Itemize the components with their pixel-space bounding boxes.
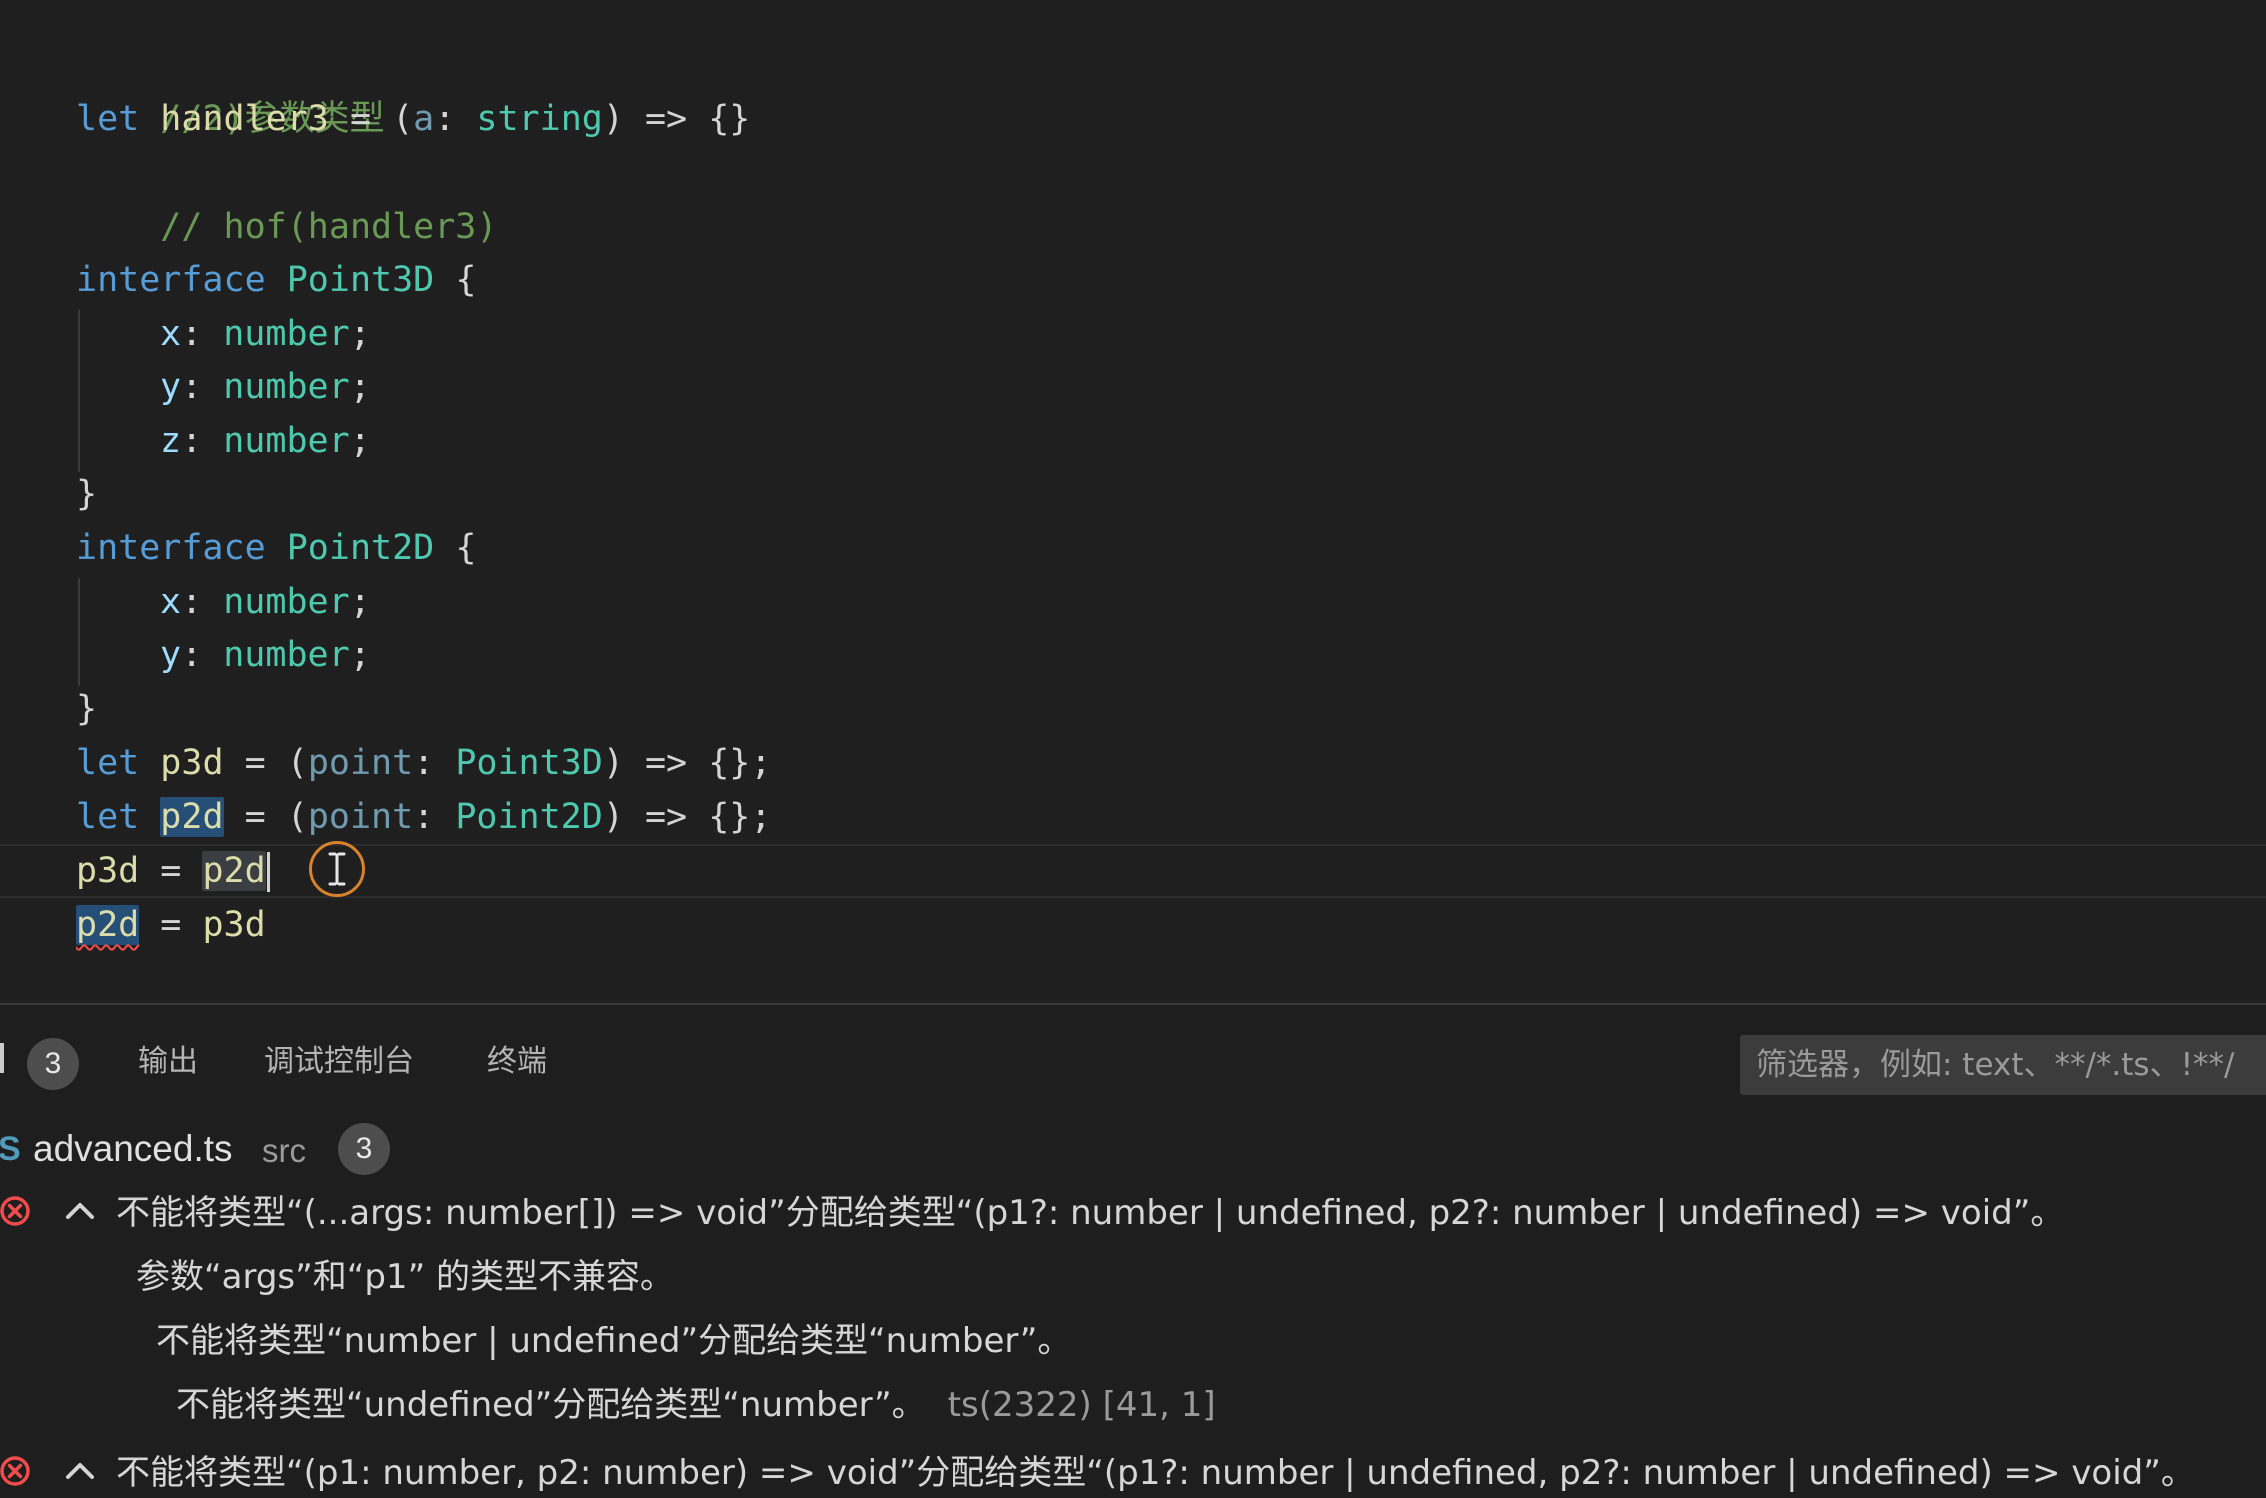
problem-code: ts(2322) [41, 1]	[947, 1385, 1216, 1425]
keyword: let	[76, 99, 140, 139]
punctuation: ) => {};	[602, 743, 772, 783]
identifier-highlighted: p2d	[160, 797, 224, 837]
problem-message: 不能将类型“undefined”分配给类型“number”。	[176, 1385, 926, 1425]
punctuation: = (	[328, 99, 414, 139]
problem-item[interactable]: 不能将类型“(...args: number[]) => void”分配给类型“…	[0, 1181, 2266, 1245]
chevron-up-icon[interactable]	[64, 1457, 96, 1485]
panel-tab-bar: 3 输出 调试控制台 终端 筛选器，例如: text、**/*.ts、!**/	[0, 1005, 2266, 1120]
identifier: handler3	[160, 99, 329, 139]
property: x	[160, 582, 182, 622]
code-line[interactable]: let handler3 = (a: string) => {}	[76, 92, 750, 146]
code-line[interactable]: x: number;	[160, 575, 371, 629]
punctuation: }	[76, 474, 98, 514]
tab-terminal[interactable]: 终端	[487, 1039, 547, 1085]
code-line[interactable]: y: number;	[160, 628, 371, 682]
punctuation: =	[139, 851, 203, 891]
identifier: p3d	[76, 851, 140, 891]
punctuation: }	[76, 689, 98, 729]
code-editor[interactable]: //2)参数类型 let handler3 = (a: string) => {…	[0, 0, 2266, 1003]
problems-file-group[interactable]: S advanced.ts src 3	[0, 1119, 2266, 1179]
problem-detail[interactable]: 参数“args”和“p1” 的类型不兼容。	[0, 1245, 2266, 1309]
code-line[interactable]: y: number;	[160, 360, 371, 414]
code-line[interactable]: let p3d = (point: Point3D) => {};	[76, 736, 771, 790]
punctuation: :	[434, 99, 477, 139]
problem-message: 不能将类型“number | undefined”分配给类型“number”。	[156, 1321, 1072, 1361]
type-name: Point2D	[286, 528, 435, 568]
tab-output[interactable]: 输出	[138, 1039, 198, 1085]
type-name: string	[476, 99, 603, 139]
keyword: interface	[76, 260, 266, 300]
code-line[interactable]: z: number;	[160, 414, 371, 468]
type-name: number	[223, 635, 350, 675]
problems-filter-input[interactable]: 筛选器，例如: text、**/*.ts、!**/	[1740, 1035, 2266, 1095]
problem-detail[interactable]: 不能将类型“undefined”分配给类型“number”。 ts(2322) […	[0, 1373, 2266, 1437]
problem-message-line: 不能将类型“undefined”分配给类型“number”。 ts(2322) […	[176, 1373, 1216, 1437]
keyword: interface	[76, 528, 266, 568]
comment: // hof(handler3)	[160, 207, 498, 247]
property: x	[160, 314, 182, 354]
code-line[interactable]: interface Point3D {	[76, 253, 476, 307]
identifier: p3d	[202, 905, 266, 945]
code-line-active[interactable]: p3d = p2d	[76, 844, 270, 898]
file-name: advanced.ts	[33, 1128, 233, 1169]
chevron-up-icon[interactable]	[64, 1197, 96, 1225]
keyword: let	[76, 743, 140, 783]
property: y	[160, 367, 182, 407]
file-problem-count-badge: 3	[338, 1123, 390, 1175]
tab-debug-console[interactable]: 调试控制台	[264, 1039, 414, 1085]
text-cursor-icon	[309, 841, 365, 897]
parameter: point	[307, 743, 414, 783]
error-circle-icon	[0, 1196, 30, 1226]
code-line[interactable]: }	[76, 467, 97, 521]
file-folder: src	[262, 1132, 306, 1169]
problems-count-badge: 3	[27, 1038, 79, 1090]
type-name: number	[223, 367, 350, 407]
punctuation: {	[434, 260, 477, 300]
keyword: let	[76, 797, 140, 837]
code-line[interactable]: // hof(handler3)	[76, 146, 497, 247]
type-name: number	[223, 582, 350, 622]
type-name: number	[223, 314, 350, 354]
parameter: a	[413, 99, 435, 139]
problem-item[interactable]: 不能将类型“(p1: number, p2: number) => void”分…	[0, 1441, 2266, 1498]
identifier-highlighted: p2d	[202, 851, 266, 891]
problem-detail[interactable]: 不能将类型“number | undefined”分配给类型“number”。	[0, 1309, 2266, 1373]
code-line[interactable]: x: number;	[160, 307, 371, 361]
error-circle-icon	[0, 1456, 30, 1486]
type-name: number	[223, 421, 350, 461]
text-caret	[266, 852, 270, 892]
identifier-error: p2d	[76, 905, 140, 945]
indent-guide	[78, 578, 80, 686]
indent-guide	[78, 310, 80, 472]
code-line[interactable]: p2d = p3d	[76, 898, 266, 952]
tab-problems-edge[interactable]	[0, 1043, 4, 1073]
typescript-file-icon: S	[0, 1130, 21, 1168]
punctuation: ) => {}	[602, 99, 751, 139]
property: y	[160, 635, 182, 675]
punctuation: {	[434, 528, 477, 568]
punctuation: =	[139, 905, 203, 945]
type-name: Point3D	[286, 260, 435, 300]
code-line[interactable]: }	[76, 682, 97, 736]
problem-message: 不能将类型“(...args: number[]) => void”分配给类型“…	[116, 1193, 2065, 1233]
parameter: point	[307, 797, 414, 837]
problem-message: 不能将类型“(p1: number, p2: number) => void”分…	[116, 1453, 2195, 1493]
code-line[interactable]: interface Point2D {	[76, 521, 476, 575]
type-name: Point3D	[455, 743, 603, 783]
punctuation: ) => {};	[602, 797, 772, 837]
property: z	[160, 421, 182, 461]
problem-message: 参数“args”和“p1” 的类型不兼容。	[136, 1257, 674, 1297]
bottom-panel: 3 输出 调试控制台 终端 筛选器，例如: text、**/*.ts、!**/ …	[0, 1003, 2266, 1498]
type-name: Point2D	[455, 797, 603, 837]
code-line[interactable]: let p2d = (point: Point2D) => {};	[76, 790, 771, 844]
code-line[interactable]: //2)参数类型	[76, 38, 384, 139]
identifier: p3d	[160, 743, 224, 783]
